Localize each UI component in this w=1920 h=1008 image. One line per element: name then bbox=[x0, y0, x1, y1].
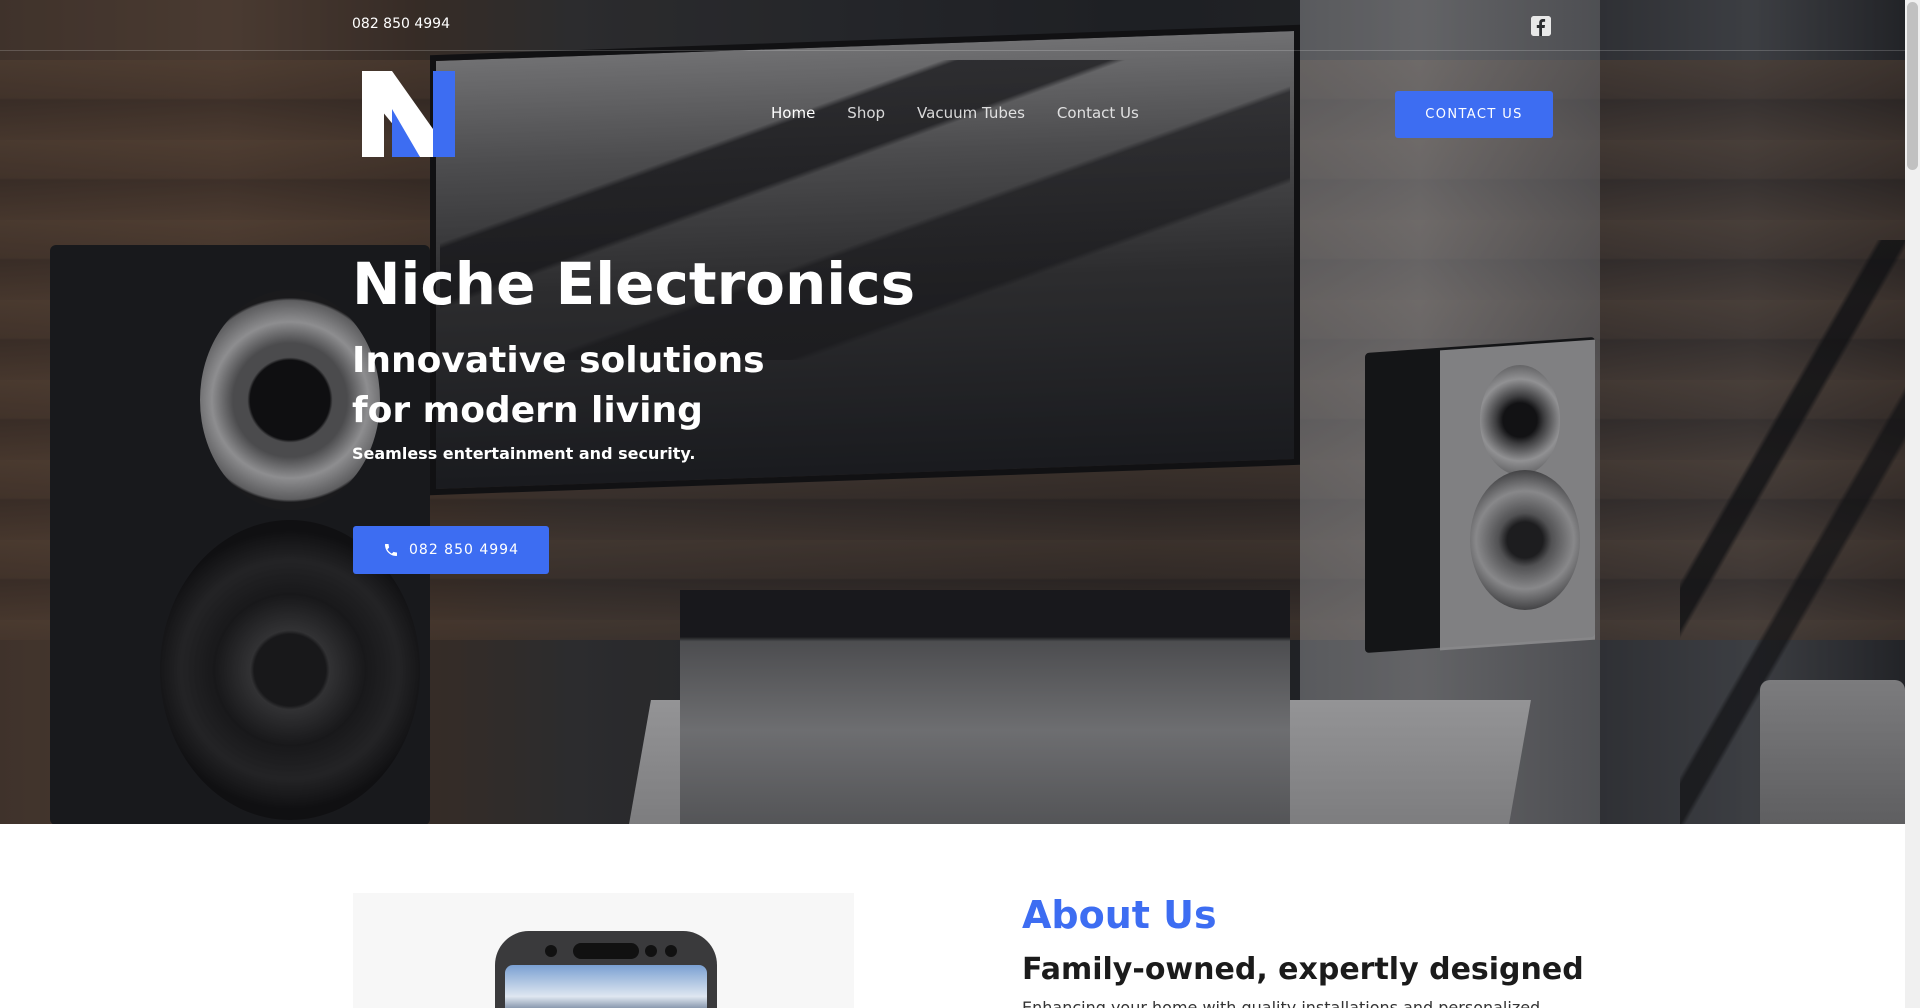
nav-shop[interactable]: Shop bbox=[847, 104, 885, 122]
contact-us-button[interactable]: CONTACT US bbox=[1395, 91, 1553, 138]
about-product-image bbox=[353, 893, 854, 1008]
about-heading: About Us bbox=[1022, 893, 1217, 937]
hero-tagline: Seamless entertainment and security. bbox=[352, 444, 696, 463]
device-screen bbox=[505, 965, 707, 1008]
call-phone-button[interactable]: 082 850 4994 bbox=[353, 526, 549, 574]
page-scrollbar[interactable] bbox=[1905, 0, 1920, 1008]
call-phone-label: 082 850 4994 bbox=[409, 542, 519, 558]
hero-section bbox=[0, 0, 1905, 824]
nav-contact-us[interactable]: Contact Us bbox=[1057, 104, 1139, 122]
nav-vacuum-tubes[interactable]: Vacuum Tubes bbox=[917, 104, 1025, 122]
facebook-icon[interactable] bbox=[1531, 16, 1551, 36]
hero-title: Niche Electronics bbox=[352, 250, 916, 318]
about-device-image bbox=[495, 931, 717, 1008]
device-camera bbox=[545, 945, 557, 957]
scrollbar-thumb[interactable] bbox=[1907, 2, 1918, 170]
device-notch bbox=[573, 943, 639, 959]
phone-icon bbox=[383, 542, 399, 558]
site-logo[interactable] bbox=[362, 71, 455, 157]
hero-subtitle: Innovative solutions for modern living bbox=[352, 336, 872, 436]
main-nav: Home Shop Vacuum Tubes Contact Us bbox=[771, 104, 1139, 122]
nav-home[interactable]: Home bbox=[771, 104, 815, 122]
top-bar: 082 850 4994 bbox=[0, 0, 1905, 51]
device-camera bbox=[665, 945, 677, 957]
topbar-phone[interactable]: 082 850 4994 bbox=[352, 16, 450, 32]
device-camera bbox=[645, 945, 657, 957]
hero-subtitle-line2: for modern living bbox=[352, 390, 703, 431]
about-subheading: Family-owned, expertly designed bbox=[1022, 952, 1584, 987]
hero-subtitle-line1: Innovative solutions bbox=[352, 340, 765, 381]
hero-overlay bbox=[0, 0, 1905, 824]
about-text: Enhancing your home with quality install… bbox=[1022, 998, 1541, 1008]
